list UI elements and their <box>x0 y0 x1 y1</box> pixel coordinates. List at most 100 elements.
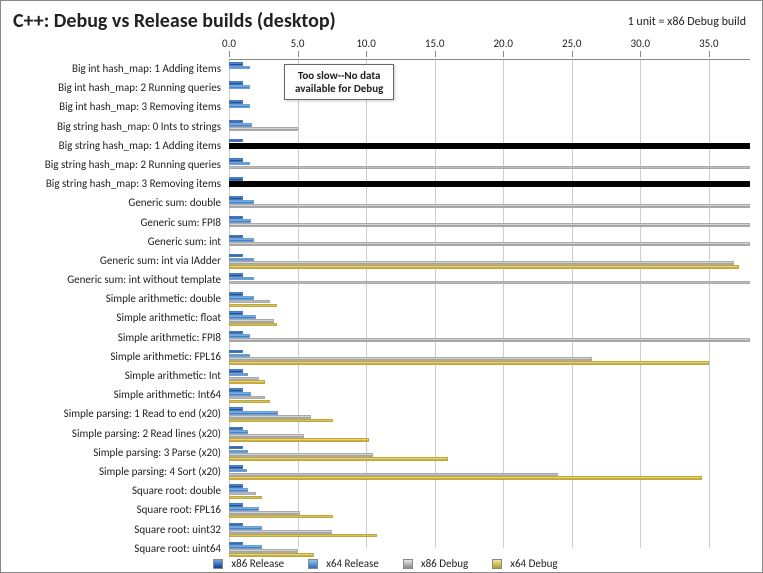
chart-row: Big string hash_map: 3 Removing items <box>229 175 750 194</box>
category-label: Generic sum: int without template <box>67 273 221 286</box>
bar-group <box>229 484 750 499</box>
legend-item: x64 Release <box>300 557 379 570</box>
bar-group <box>229 331 750 346</box>
bar-group <box>229 369 750 384</box>
chart-row: Big string hash_map: 1 Adding items <box>229 137 750 156</box>
chart-row: Square root: FPL16 <box>229 501 750 520</box>
category-label: Simple arithmetic: float <box>116 311 221 324</box>
category-label: Big int hash_map: 3 Removing items <box>59 100 221 113</box>
chart-row: Simple arithmetic: Int64 <box>229 386 750 405</box>
bar-x64-release <box>229 85 250 89</box>
chart-row: Generic sum: int <box>229 233 750 252</box>
bar-group <box>229 350 750 365</box>
bar-group <box>229 446 750 461</box>
category-label: Big string hash_map: 2 Running queries <box>45 158 221 171</box>
bar-x64-debug <box>229 265 739 269</box>
bar-group <box>229 158 750 173</box>
bar-group <box>229 542 750 557</box>
bar-x64-debug <box>229 496 262 500</box>
category-label: Simple parsing: 3 Parse (x20) <box>93 446 221 459</box>
category-label: Generic sum: int via IAdder <box>100 254 221 267</box>
bar-x64-debug <box>229 304 277 308</box>
legend-swatch <box>492 559 502 569</box>
bar-x64-release <box>229 104 250 108</box>
chart-row: Square root: double <box>229 482 750 501</box>
legend-item: x86 Release <box>205 557 284 570</box>
category-label: Simple parsing: 4 Sort (x20) <box>99 465 221 478</box>
axis-tick: 20.0 <box>493 37 513 50</box>
bar-group <box>229 407 750 422</box>
axis-tick: 30.0 <box>631 37 651 50</box>
bar-group <box>229 292 750 307</box>
axis-tick: 35.0 <box>699 37 719 50</box>
chart-row: Simple arithmetic: Int <box>229 367 750 386</box>
bar-x86-debug <box>229 242 750 246</box>
bar-x86-debug <box>229 338 750 342</box>
category-label: Square root: FPL16 <box>137 503 221 516</box>
chart-row: Square root: uint32 <box>229 521 750 540</box>
bar-x64-debug <box>229 380 265 384</box>
chart-row: Generic sum: double <box>229 194 750 213</box>
bar-x86-debug <box>229 204 750 208</box>
bar-group <box>229 388 750 403</box>
category-label: Big string hash_map: 1 Adding items <box>59 139 221 152</box>
category-label: Generic sum: double <box>128 196 221 209</box>
bar-x86-debug <box>229 166 750 170</box>
bar-x86-debug <box>229 223 750 227</box>
legend-swatch <box>403 559 413 569</box>
bar-x64-debug <box>229 476 702 480</box>
chart-row: Generic sum: FPI8 <box>229 214 750 233</box>
bar-x64-debug <box>229 515 333 519</box>
bar-group <box>229 523 750 538</box>
category-label: Big int hash_map: 1 Adding items <box>72 62 221 75</box>
bar-group <box>229 139 750 154</box>
chart-row: Big string hash_map: 2 Running queries <box>229 156 750 175</box>
legend: x86 Releasex64 Releasex86 Debugx64 Debug <box>1 557 762 570</box>
bar-group <box>229 177 750 192</box>
chart-row: Simple parsing: 1 Read to end (x20) <box>229 405 750 424</box>
chart-row: Big int hash_map: 3 Removing items <box>229 98 750 117</box>
bar-group <box>229 235 750 250</box>
bar-x64-debug <box>229 400 270 404</box>
chart-container: C++: Debug vs Release builds (desktop) 1… <box>0 0 763 573</box>
chart-row: Simple parsing: 3 Parse (x20) <box>229 444 750 463</box>
category-label: Simple parsing: 2 Read lines (x20) <box>72 427 221 440</box>
chart-row: Simple parsing: 2 Read lines (x20) <box>229 425 750 444</box>
bar-group <box>229 120 750 135</box>
category-label: Square root: uint64 <box>134 542 221 555</box>
bar-x64-debug <box>229 438 369 442</box>
chart-row: Simple arithmetic: FPL16 <box>229 348 750 367</box>
bar-group <box>229 427 750 442</box>
annotation-line2: available for Debug <box>295 82 383 95</box>
chart-row: Simple arithmetic: float <box>229 309 750 328</box>
chart-row: Simple arithmetic: double <box>229 290 750 309</box>
overflow-bar <box>229 143 750 149</box>
bar-group <box>229 254 750 269</box>
bar-x64-debug <box>229 419 333 423</box>
legend-swatch <box>308 559 318 569</box>
axis-tick: 0.0 <box>222 37 236 50</box>
category-label: Square root: uint32 <box>134 523 221 536</box>
axis-tick: 15.0 <box>425 37 445 50</box>
bar-x86-debug <box>229 281 750 285</box>
bar-x64-debug <box>229 457 448 461</box>
axis-tick: 5.0 <box>291 37 305 50</box>
plot-area: Big int hash_map: 1 Adding itemsBig int … <box>229 59 750 548</box>
bar-group <box>229 465 750 480</box>
overflow-bar <box>229 181 750 187</box>
category-label: Simple parsing: 1 Read to end (x20) <box>64 407 221 420</box>
chart-row: Simple arithmetic: FPI8 <box>229 329 750 348</box>
chart-row: Square root: uint64 <box>229 540 750 559</box>
category-label: Simple arithmetic: FPI8 <box>118 331 221 344</box>
bar-x64-debug <box>229 534 377 538</box>
annotation-line1: Too slow--No data <box>295 69 383 82</box>
x-axis: 0.05.010.015.020.025.030.035.0 <box>229 37 750 53</box>
axis-tick: 10.0 <box>356 37 376 50</box>
bar-x86-debug <box>229 127 298 131</box>
axis-tick: 25.0 <box>562 37 582 50</box>
category-label: Simple arithmetic: FPL16 <box>110 350 221 363</box>
bar-group <box>229 311 750 326</box>
bar-group <box>229 216 750 231</box>
chart-row: Generic sum: int without template <box>229 271 750 290</box>
bar-group <box>229 273 750 288</box>
